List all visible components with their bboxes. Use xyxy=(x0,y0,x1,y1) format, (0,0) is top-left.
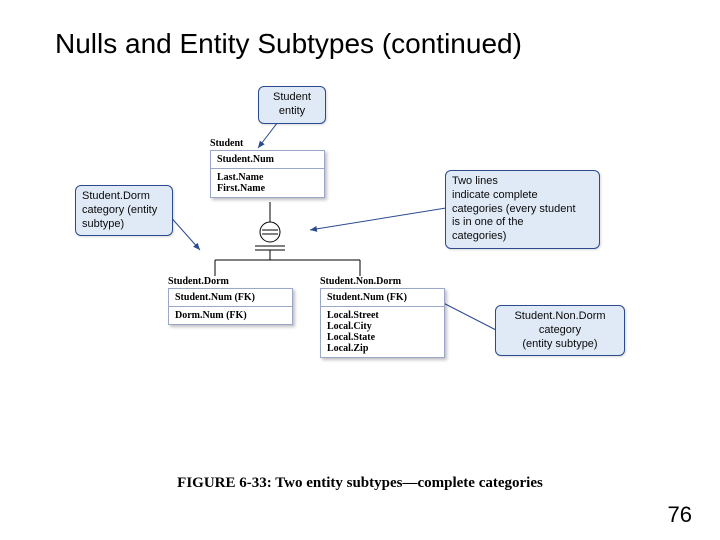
er-diagram: Studententity Student.Dormcategory (enti… xyxy=(0,80,720,440)
page-title: Nulls and Entity Subtypes (continued) xyxy=(55,28,522,60)
callout-student-nondorm-subtype: Student.Non.Dormcategory(entity subtype) xyxy=(495,305,625,356)
entity-row: Student.Num (FK) xyxy=(169,289,292,307)
entity-row: Last.NameFirst.Name xyxy=(211,169,324,197)
entity-student-name: Student xyxy=(210,138,243,149)
callout-complete-categories: Two linesindicate completecategories (ev… xyxy=(445,170,600,249)
entity-row: Dorm.Num (FK) xyxy=(169,307,292,324)
diagram-connectors xyxy=(0,80,720,440)
figure-caption: FIGURE 6-33: Two entity subtypes—complet… xyxy=(0,475,720,492)
entity-row: Student.Num (FK) xyxy=(321,289,444,307)
page-number: 76 xyxy=(668,502,692,528)
callout-student-entity: Studententity xyxy=(258,86,326,124)
entity-student-nondorm: Student.Num (FK) Local.StreetLocal.CityL… xyxy=(320,288,445,358)
callout-student-dorm-subtype: Student.Dormcategory (entitysubtype) xyxy=(75,185,173,236)
entity-student: Student.Num Last.NameFirst.Name xyxy=(210,150,325,198)
entity-student-dorm: Student.Num (FK) Dorm.Num (FK) xyxy=(168,288,293,325)
entity-dorm-name: Student.Dorm xyxy=(168,276,229,287)
entity-row: Local.StreetLocal.CityLocal.StateLocal.Z… xyxy=(321,307,444,357)
entity-row: Student.Num xyxy=(211,151,324,169)
entity-nondorm-name: Student.Non.Dorm xyxy=(320,276,401,287)
